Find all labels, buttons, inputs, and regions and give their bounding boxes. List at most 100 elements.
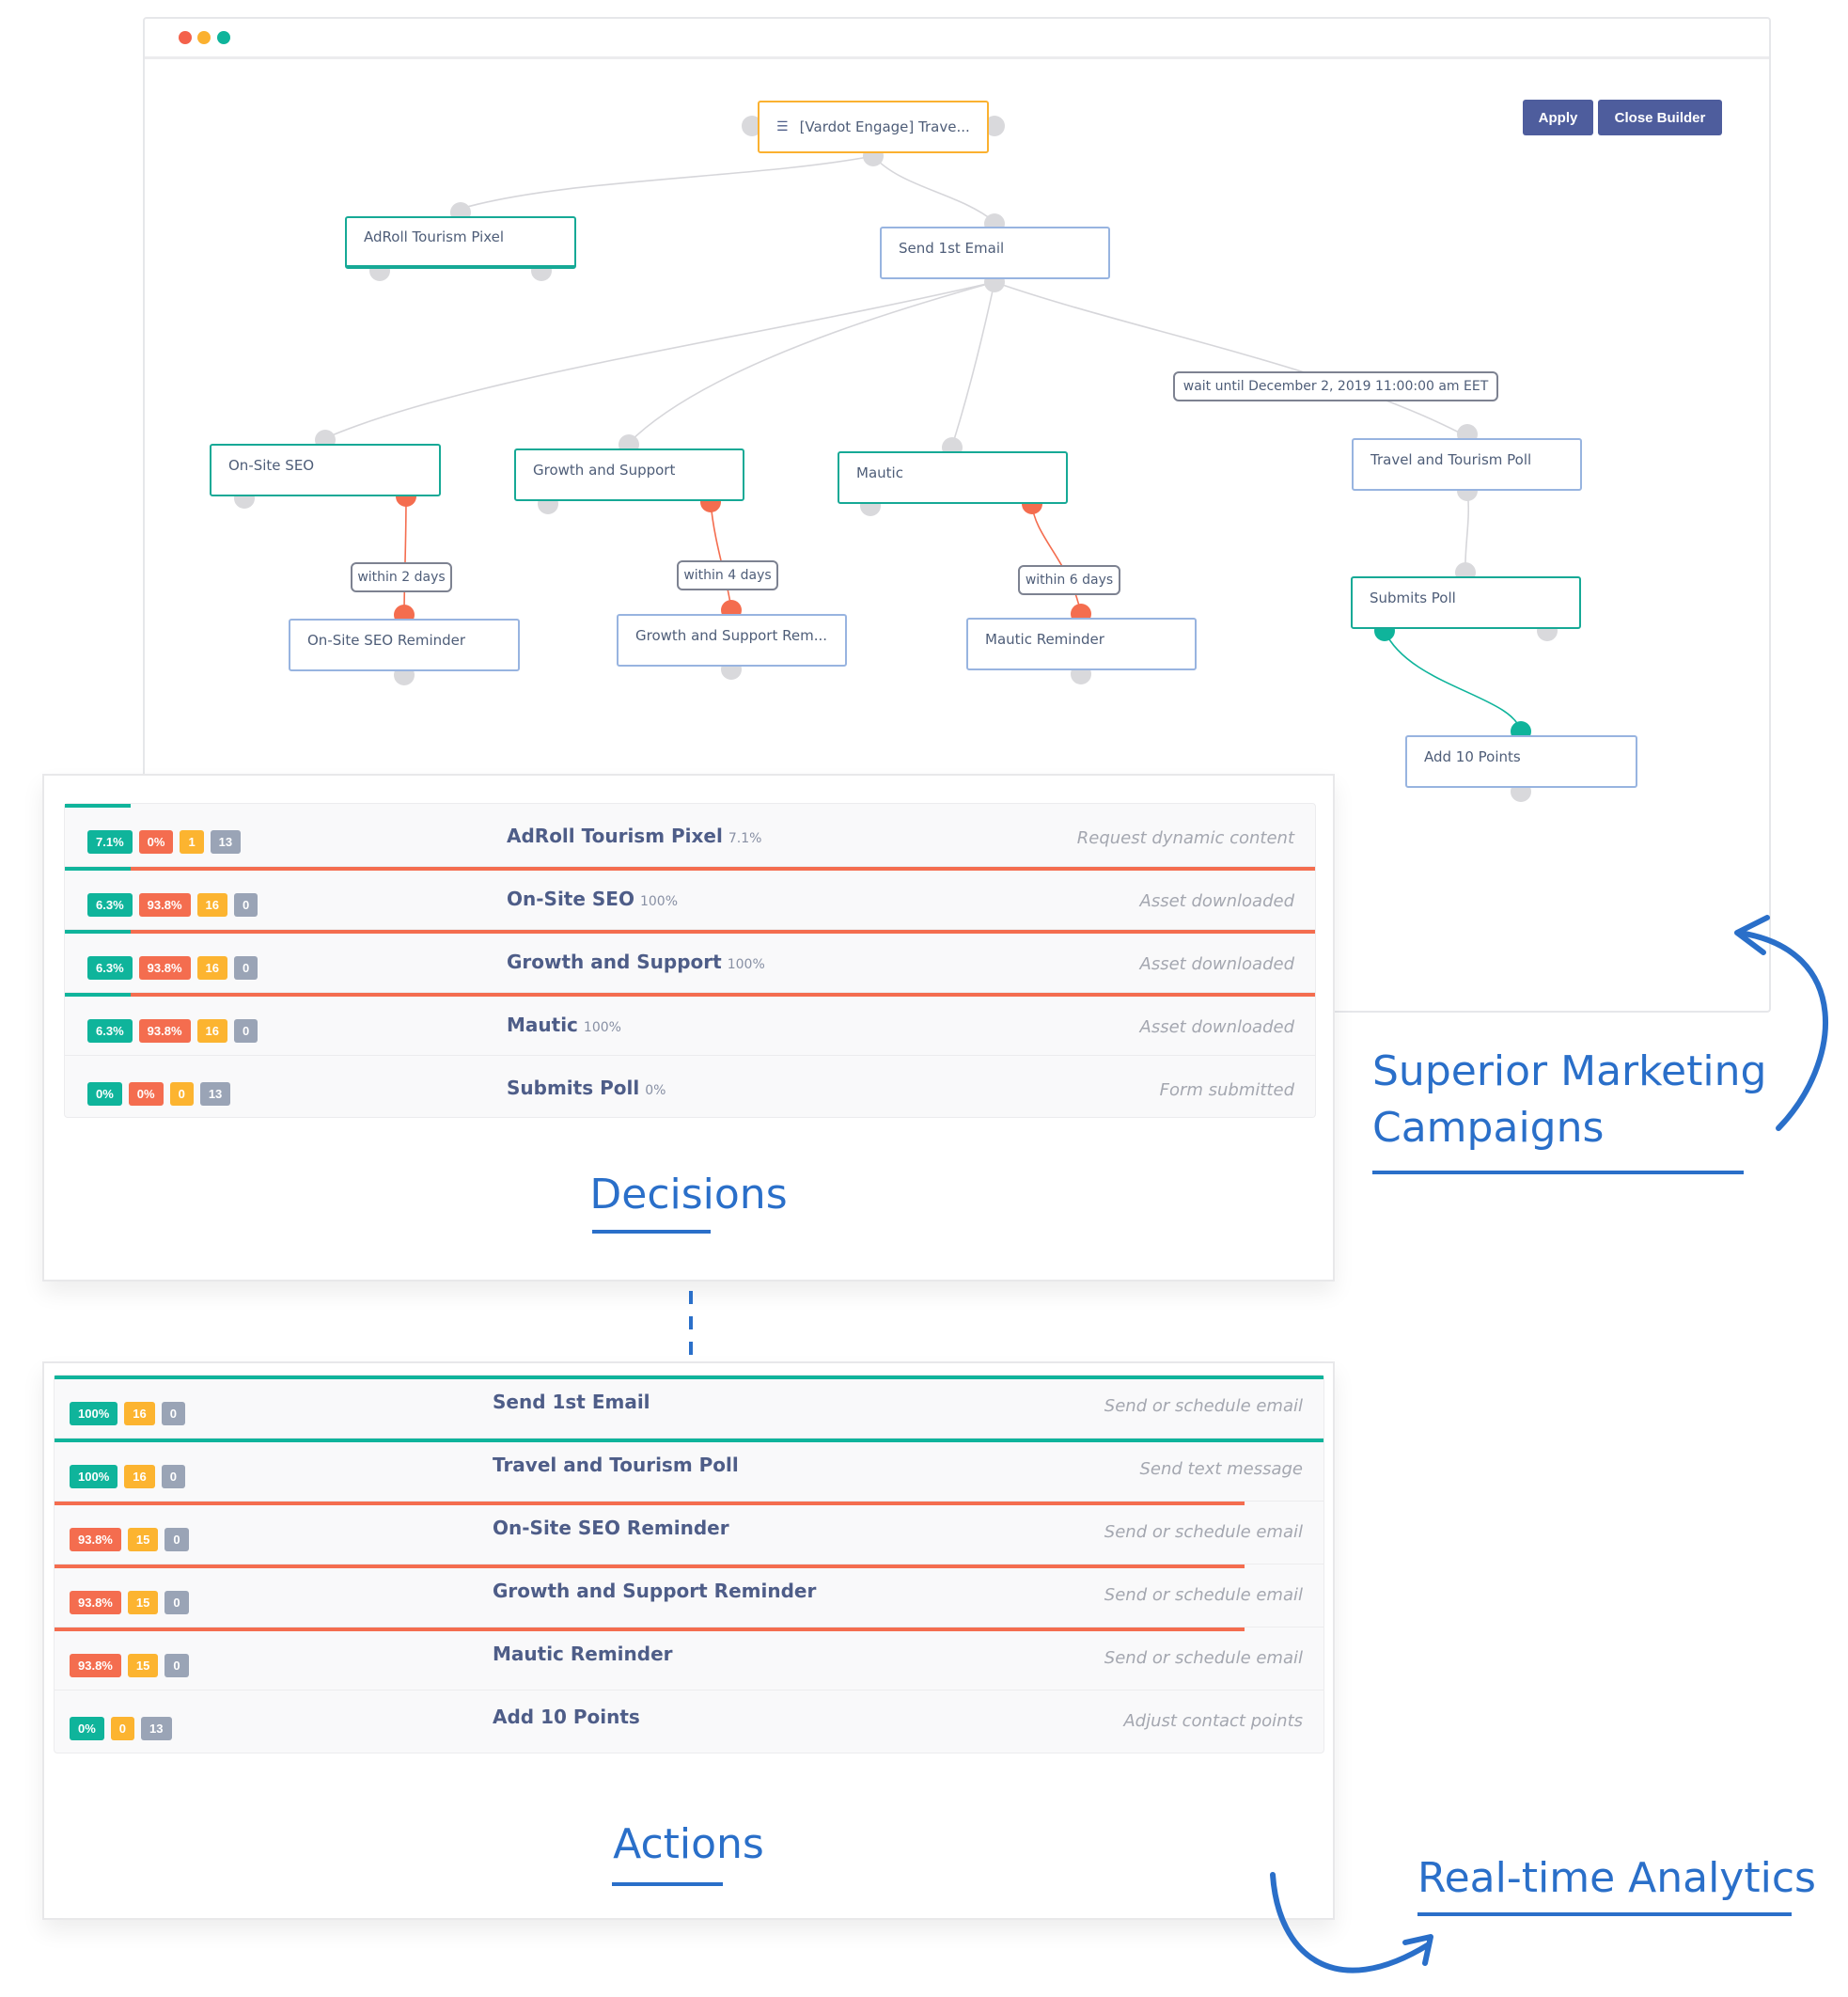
yes-rate-badge: 6.3% (87, 893, 133, 917)
count-badge: 15 (127, 1591, 159, 1614)
yes-rate-badge: 0% (87, 1082, 122, 1106)
node-label: Travel and Tourism Poll (1370, 451, 1532, 468)
node-label: On-Site SEO (228, 457, 315, 474)
rate-badge: 100% (70, 1402, 118, 1425)
action-row[interactable]: 93.8% 15 0 Mautic Reminder Send or schedule … (55, 1627, 1323, 1690)
yes-rate-badge: 7.1% (87, 830, 133, 854)
decision-percent: 0% (645, 1083, 666, 1098)
action-name: Growth and Support Reminder (493, 1580, 817, 1602)
action-row[interactable]: 100% 16 0 Send 1st Email Send or schedule em… (55, 1376, 1323, 1439)
decision-name: Growth and Support 100% (507, 951, 765, 973)
node-mautic[interactable]: Mautic (838, 451, 1068, 504)
action-progress-bar (55, 1376, 1323, 1379)
stat-badges: 100% 16 0 (70, 1465, 185, 1488)
rate-badge: 93.8% (70, 1528, 121, 1551)
campaign-source-node[interactable]: ☰ [Vardot Engage] Trave... (758, 101, 989, 153)
decision-row[interactable]: 0% 0% 0 13 Submits Poll 0% Form submitted (65, 1056, 1315, 1119)
node-adroll-tourism-pixel[interactable]: AdRoll Tourism Pixel (345, 216, 576, 269)
decision-title: On-Site SEO (507, 888, 634, 910)
action-name: Add 10 Points (493, 1706, 640, 1728)
decision-type: Request dynamic content (1076, 828, 1294, 848)
action-row[interactable]: 93.8% 15 0 On-Site SEO Reminder Send or sche… (55, 1502, 1323, 1565)
decision-title: Growth and Support (507, 951, 722, 973)
stat-badges: 0% 0% 0 13 (87, 1082, 231, 1106)
action-name: Send 1st Email (493, 1391, 650, 1413)
node-on-site-seo[interactable]: On-Site SEO (210, 444, 441, 496)
decision-name: Mautic 100% (507, 1014, 621, 1036)
action-progress-bar (55, 1565, 1245, 1568)
action-row[interactable]: 93.8% 15 0 Growth and Support Reminder Send … (55, 1565, 1323, 1627)
node-submits-poll[interactable]: Submits Poll (1351, 576, 1581, 629)
decision-percent: 7.1% (728, 831, 762, 846)
dash-connector (689, 1291, 693, 1304)
action-progress-bar (55, 1502, 1245, 1505)
pending-badge: 13 (210, 830, 242, 854)
decision-name: AdRoll Tourism Pixel 7.1% (507, 825, 761, 847)
count-badge: 0 (169, 1082, 194, 1106)
wait-condition-label[interactable]: wait until December 2, 2019 11:00:00 am … (1173, 371, 1498, 401)
stat-badges: 7.1% 0% 1 13 (87, 830, 242, 854)
within-4-days-label[interactable]: within 4 days (677, 560, 778, 590)
node-growth-and-support-reminder[interactable]: Growth and Support Rem... (617, 614, 847, 667)
pending-badge: 0 (161, 1465, 185, 1488)
node-growth-and-support[interactable]: Growth and Support (514, 448, 744, 501)
window-minimize-dot[interactable] (197, 31, 211, 44)
dash-connector (689, 1342, 693, 1355)
decision-percent: 100% (583, 1020, 621, 1035)
stat-badges: 93.8% 15 0 (70, 1654, 189, 1677)
yes-progress-bar (65, 930, 131, 934)
node-label: [Vardot Engage] Trave... (799, 118, 970, 135)
node-send-1st-email[interactable]: Send 1st Email (880, 227, 1110, 279)
rate-badge: 93.8% (70, 1654, 121, 1677)
count-badge: 15 (127, 1528, 159, 1551)
node-mautic-reminder[interactable]: Mautic Reminder (966, 618, 1197, 670)
count-badge: 16 (196, 893, 227, 917)
actions-panel: 100% 16 0 Send 1st Email Send or schedule em… (42, 1361, 1335, 1920)
dash-connector (689, 1316, 693, 1329)
decision-title: Mautic (507, 1014, 578, 1036)
decision-row[interactable]: 6.3% 93.8% 16 0 Growth and Support 100% Asset … (65, 930, 1315, 993)
decision-title: AdRoll Tourism Pixel (507, 825, 723, 847)
no-rate-badge: 93.8% (138, 956, 191, 980)
decision-row[interactable]: 6.3% 93.8% 16 0 On-Site SEO 100% Asset downloa… (65, 867, 1315, 930)
no-rate-badge: 93.8% (138, 1019, 191, 1043)
node-label: Add 10 Points (1424, 748, 1521, 765)
apply-button[interactable]: Apply (1523, 100, 1593, 135)
pending-badge: 0 (233, 1019, 258, 1043)
decision-name: Submits Poll 0% (507, 1077, 666, 1099)
action-row[interactable]: 100% 16 0 Travel and Tourism Poll Send text … (55, 1439, 1323, 1502)
window-close-dot[interactable] (179, 31, 192, 44)
no-rate-badge: 0% (128, 1082, 164, 1106)
node-on-site-seo-reminder[interactable]: On-Site SEO Reminder (289, 619, 520, 671)
decision-title: Submits Poll (507, 1077, 640, 1099)
decision-type: Form submitted (1159, 1080, 1294, 1100)
action-row[interactable]: 0% 0 13 Add 10 Points Adjust contact points (55, 1690, 1323, 1753)
decisions-list: 7.1% 0% 1 13 AdRoll Tourism Pixel 7.1% Request… (64, 803, 1316, 1118)
node-add-10-points[interactable]: Add 10 Points (1405, 735, 1637, 788)
rate-badge: 100% (70, 1465, 118, 1488)
decision-row[interactable]: 6.3% 93.8% 16 0 Mautic 100% Asset downloaded (65, 993, 1315, 1056)
action-type: Adjust contact points (1123, 1711, 1303, 1731)
window-maximize-dot[interactable] (217, 31, 230, 44)
action-name: Mautic Reminder (493, 1643, 673, 1665)
stat-badges: 6.3% 93.8% 16 0 (87, 956, 258, 980)
stat-badges: 0% 0 13 (70, 1717, 172, 1740)
pending-badge: 0 (164, 1654, 189, 1677)
curved-arrow-down-head (1402, 1934, 1433, 1966)
decision-row[interactable]: 7.1% 0% 1 13 AdRoll Tourism Pixel 7.1% Request… (65, 804, 1315, 867)
node-label: Mautic Reminder (985, 631, 1104, 648)
tagline-line-2: Campaigns (1372, 1104, 1605, 1152)
node-travel-and-tourism-poll[interactable]: Travel and Tourism Poll (1352, 438, 1582, 491)
within-2-days-label[interactable]: within 2 days (351, 562, 452, 592)
action-progress-bar (55, 1439, 1323, 1442)
window-titlebar (145, 19, 1769, 59)
within-6-days-label[interactable]: within 6 days (1018, 565, 1120, 595)
no-rate-badge: 0% (138, 830, 174, 854)
pending-badge: 13 (199, 1082, 231, 1106)
count-badge: 16 (196, 956, 227, 980)
action-name: Travel and Tourism Poll (493, 1454, 739, 1476)
yes-progress-bar (65, 993, 131, 997)
realtime-underline (1417, 1912, 1792, 1916)
count-badge: 16 (196, 1019, 227, 1043)
close-builder-button[interactable]: Close Builder (1598, 100, 1722, 135)
